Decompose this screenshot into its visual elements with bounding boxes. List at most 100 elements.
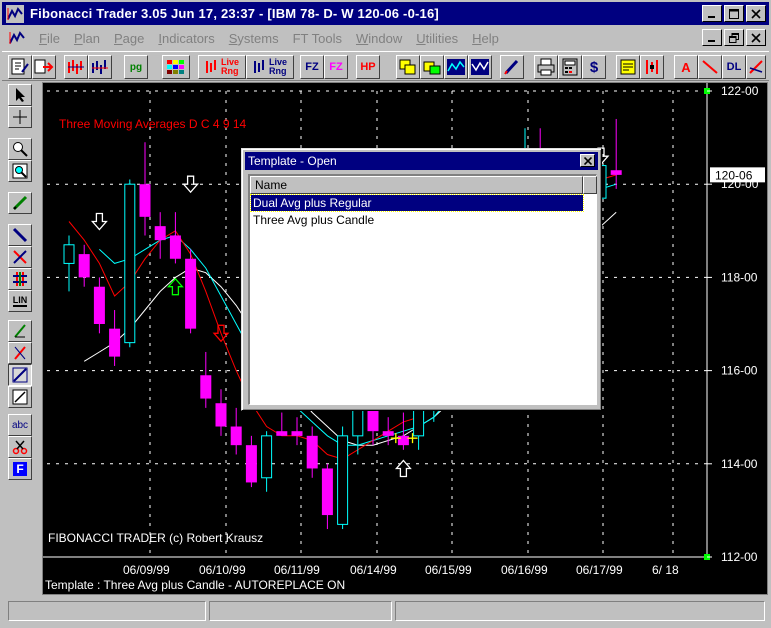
fz-variant-button[interactable]: FZ [324,55,348,79]
print-button[interactable] [534,55,558,79]
template-open-dialog[interactable]: Template - Open Name Dual Avg plus Regul… [241,148,602,411]
abc-label: abc [11,419,29,431]
zoom-tool-button[interactable] [8,138,32,160]
blue-line-tool-button[interactable] [8,224,32,246]
close-icon [751,8,761,19]
pen-icon [504,59,519,75]
menu-help[interactable]: Help [465,31,506,46]
menu-window[interactable]: Window [349,31,409,46]
mdi-minimize-button[interactable] [702,29,722,46]
title-bar[interactable]: Fibonacci Trader 3.05 Jun 17, 23:37 - [I… [2,2,769,25]
scissors-icon [12,440,28,455]
x-tick-label: 6/ 18 [652,563,679,577]
menu-plan[interactable]: Plan [67,31,107,46]
menu-page[interactable]: Page [107,31,151,46]
template-list-item[interactable]: Dual Avg plus Regular [250,194,584,212]
menu-indicators[interactable]: Indicators [151,31,221,46]
menu-label-rest: ystems [237,30,279,46]
bar-marker-button[interactable] [640,55,664,79]
candle [109,310,121,366]
diagonal-line-button[interactable] [698,55,722,79]
fibonacci-app-icon[interactable] [6,4,24,23]
dialog-title-bar[interactable]: Template - Open [245,152,598,170]
grid-tool-button[interactable] [8,268,32,290]
menu-file[interactable]: File [32,31,67,46]
scissors-tool-button[interactable] [8,436,32,458]
green-pen-tool-button[interactable] [8,192,32,214]
diagonal-tool-button[interactable] [8,364,32,386]
pg-button[interactable]: pg [124,55,148,79]
f-tool-button[interactable]: F [8,458,32,480]
template-status: Template : Three Avg plus Candle - AUTOR… [45,578,345,592]
candle [185,249,197,334]
live-range-blue-button[interactable]: Live Rng [246,55,294,79]
green-line-icon [14,324,26,338]
x-tick-label: 06/11/99 [274,563,320,577]
candle [215,389,227,436]
page-arrow-button[interactable] [32,55,56,79]
close-button[interactable] [746,5,766,22]
candle-body-bull [261,435,273,479]
template-list[interactable]: Name Dual Avg plus Regular Three Avg plus… [248,174,597,405]
wave-chart-alt-button[interactable] [468,55,492,79]
list-header-name[interactable]: Name [250,176,583,194]
mdi-close-button[interactable] [746,29,766,46]
menu-accelerator: H [472,30,482,46]
fz-button[interactable]: FZ [300,55,324,79]
live-range-red-button[interactable]: Live Rng [198,55,246,79]
candle [154,212,166,259]
mdi-restore-button[interactable] [724,29,744,46]
menu-label-rest: lan [82,30,100,46]
fz-variant-label: FZ [329,61,343,73]
menu-label-rest: ile [46,30,60,46]
wave-chart-alt-icon [471,59,489,75]
printer-icon [537,58,555,76]
paste-window-button[interactable] [420,55,444,79]
dl-button[interactable]: DL [722,55,746,79]
crosshair-tool-button[interactable] [8,106,32,128]
calculator-button[interactable] [558,55,582,79]
notes-button[interactable] [616,55,640,79]
menu-ft-tools[interactable]: FT Tools [286,31,349,46]
wave-chart-button[interactable] [444,55,468,79]
copy-window-button[interactable] [396,55,420,79]
hp-button[interactable]: HP [356,55,380,79]
a-line-button[interactable]: A [674,55,698,79]
menu-systems[interactable]: Systems [222,31,286,46]
signal-arrow-up [394,459,412,478]
trend-line-button[interactable] [746,55,766,79]
lin-label: LIN [12,295,28,307]
x-tick-label: 06/10/99 [199,563,246,577]
maximize-button[interactable] [724,5,744,22]
text-tool-button[interactable]: abc [8,414,32,436]
candle [321,463,333,530]
line-tool-button[interactable] [8,386,32,408]
minimize-button[interactable] [702,5,722,22]
pen-tool-button[interactable] [500,55,524,79]
zoom-reset-tool-button[interactable] [8,160,32,182]
crosshair-icon [13,110,27,124]
status-bar [2,597,769,626]
column-header: Name [255,178,288,192]
live-range-red-icon [205,60,216,73]
green-line-tool-button[interactable] [8,320,32,342]
x-tick-label: 06/17/99 [576,563,623,577]
dialog-close-button[interactable] [580,154,595,167]
hh-rv-button[interactable] [64,55,88,79]
red-line-tool-button[interactable] [8,342,32,364]
menu-utilities[interactable]: Utilities [409,31,465,46]
edit-page-button[interactable] [8,55,32,79]
pointer-tool-button[interactable] [8,84,32,106]
lin-tool-button[interactable]: LIN [8,290,32,312]
color-grid-button[interactable] [162,55,190,79]
candle-body-bear [154,226,166,241]
x-line-tool-button[interactable] [8,246,32,268]
x-tick-label: 06/14/99 [350,563,397,577]
template-list-item[interactable]: Three Avg plus Candle [251,212,451,228]
window-title: Fibonacci Trader 3.05 Jun 17, 23:37 - [I… [30,6,439,21]
dollar-button[interactable]: $ [582,55,606,79]
chart-title: Three Moving Averages D C 4 9 14 [59,117,247,131]
y-tick-label: 114-00 [721,457,758,471]
chart-window-icon[interactable] [8,29,26,47]
hv-bars-button[interactable] [88,55,112,79]
